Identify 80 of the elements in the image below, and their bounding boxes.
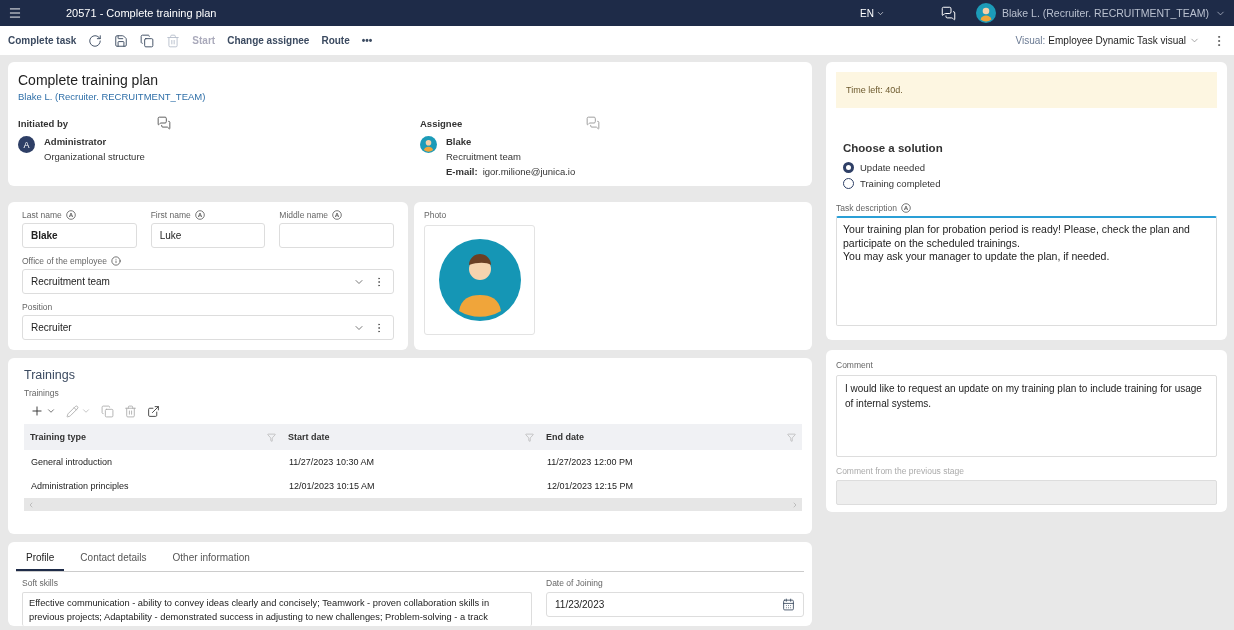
auto-icon (194, 210, 205, 220)
visual-selector[interactable]: Employee Dynamic Task visual (1048, 35, 1186, 46)
text-field[interactable]: Luke (150, 223, 266, 248)
table-cell-text: 12/01/2023 10:15 AM (288, 480, 376, 493)
select-field[interactable]: Recruitment team (22, 269, 394, 294)
tab[interactable]: Contact details (70, 546, 157, 571)
tab[interactable]: Profile (16, 546, 65, 571)
table-cell-text: 12/01/2023 12:15 PM (546, 480, 635, 493)
text-field[interactable]: Blake (22, 223, 137, 248)
caret-icon (46, 406, 56, 416)
complete-task-button[interactable]: Complete task (8, 35, 77, 46)
task-owner-link[interactable]: Blake L. (Recruiter. RECRUITMENT_TEAM) (18, 91, 802, 102)
select-field[interactable]: Recruiter (22, 315, 394, 340)
chat-icon[interactable] (940, 5, 956, 21)
column-header[interactable]: Training type (24, 424, 282, 450)
assignee-name: Blake (446, 136, 473, 147)
refresh-icon[interactable] (88, 33, 103, 48)
auto-icon (900, 203, 911, 213)
field-label: Date of Joining (546, 578, 604, 588)
auto-icon (65, 210, 76, 220)
assignee-email: igor.milione@junica.io (482, 166, 576, 177)
table-cell-text: General introduction (30, 456, 114, 469)
caret-icon (81, 406, 91, 416)
date-field[interactable]: 11/23/2023 (546, 592, 804, 617)
field-label: Office of the employee (22, 256, 107, 266)
initiator-name: Administrator (44, 136, 108, 147)
open-external-icon[interactable] (147, 404, 160, 418)
info-icon (110, 256, 121, 266)
tab[interactable]: Other information (162, 546, 260, 571)
comment-field[interactable]: I would like to request an update on my training plan to include training for usage of internal systems. (836, 375, 1217, 457)
initials-avatar: A (18, 136, 35, 153)
assignee-team: Recruitment team (446, 151, 522, 162)
column-header[interactable]: Start date (282, 424, 540, 450)
horizontal-scrollbar[interactable] (24, 498, 802, 511)
field-label: Position (22, 302, 53, 312)
photo-label: Photo (424, 210, 448, 220)
delete-icon[interactable] (124, 404, 137, 418)
field-label: Middle name (279, 210, 328, 220)
visual-label: Visual: (1015, 35, 1046, 46)
initiated-by-heading: Initiated by (18, 117, 70, 129)
table-cell-text: 11/27/2023 10:30 AM (288, 456, 375, 469)
more-button[interactable]: ••• (361, 35, 373, 46)
menu-icon[interactable] (8, 6, 22, 20)
copy-icon[interactable] (140, 33, 155, 48)
language-selector[interactable]: EN (859, 7, 874, 19)
add-icon[interactable] (30, 404, 44, 418)
column-header[interactable]: End date (540, 424, 802, 450)
user-avatar-icon (420, 136, 437, 153)
task-description-field[interactable]: Your training plan for probation period is ready! Please, check the plan and participate on the scheduled trainings. You may ask your manager to update the plan, if needed. (836, 216, 1217, 326)
toolbar-action[interactable]: Route (321, 35, 350, 46)
chevron-right-icon (791, 500, 799, 509)
field-label: Comment (836, 360, 874, 370)
solution-title: Choose a solution (843, 142, 944, 154)
radio-button[interactable] (843, 162, 854, 173)
initiator-detail: Organizational structure (44, 151, 145, 162)
table-cell-text: 11/27/2023 12:00 PM (546, 456, 634, 469)
field-label: First name (150, 210, 191, 220)
email-label: E-mail: (446, 166, 478, 177)
table-cell-text: Administration principles (30, 480, 130, 493)
field-label: Task description (836, 203, 897, 213)
time-left-notice: Time left: 40d. (836, 72, 1217, 108)
user-name[interactable]: Blake L. (Recruiter. RECRUITMENT_TEAM) (1001, 7, 1209, 19)
soft-skills-field[interactable]: Effective communication - ability to convey ideas clearly and concisely; Teamwork - proven collaboration skills in previous projects; Adaptability - demonstrated success in adjusting to new challenges; Problem-solving - a track (22, 592, 532, 626)
field-label: Last name (22, 210, 62, 220)
assignee-heading: Assignee (420, 117, 464, 129)
section-title: Trainings (24, 368, 76, 382)
radio-label[interactable]: Update needed (860, 162, 925, 173)
window-title: 20571 - Complete training plan (66, 7, 217, 19)
user-avatar-icon (975, 3, 996, 23)
text-field[interactable] (279, 223, 394, 248)
field-label: Comment from the previous stage (836, 466, 966, 476)
chevron-left-icon (27, 500, 35, 509)
radio-label[interactable]: Training completed (860, 178, 941, 189)
task-title: Complete training plan (18, 72, 160, 88)
auto-icon (332, 210, 342, 220)
save-icon[interactable] (114, 33, 129, 48)
trainings-label: Trainings (24, 388, 60, 398)
calendar-icon[interactable] (782, 598, 795, 611)
field-label: Soft skills (22, 578, 59, 588)
toolbar-action[interactable]: Change assignee (227, 35, 310, 46)
